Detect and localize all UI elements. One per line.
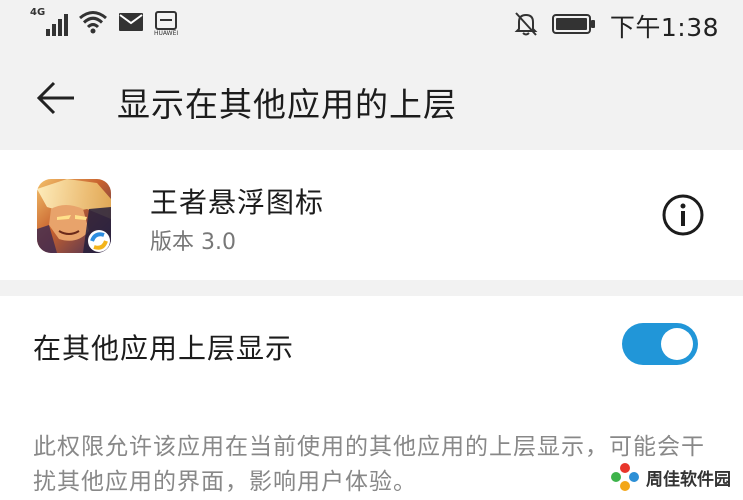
carrier-icon: HUAWEI [154,11,178,37]
battery-icon [551,13,596,39]
app-name: 王者悬浮图标 [150,186,325,219]
signal-icon: 4G [30,7,68,38]
toggle-knob [661,328,693,360]
status-time: 下午1:38 [609,13,719,42]
mail-icon [118,12,144,36]
header: 显示在其他应用的上层 [0,52,743,148]
display-over-apps-toggle[interactable] [622,323,698,365]
status-bar-left: 4G HUAWEI [30,7,178,38]
app-info-card: 王者悬浮图标 版本 3.0 [0,150,743,280]
info-icon [662,194,704,236]
bell-off-icon [514,11,538,41]
app-info-button[interactable] [660,192,706,238]
wifi-icon [78,10,108,38]
app-icon [37,179,111,253]
status-bar: 4G HUAWEI 下午1:38 [0,0,743,52]
watermark: 周佳软件园 [610,462,731,492]
carrier-label: HUAWEI [154,30,179,37]
watermark-text: 周佳软件园 [646,469,731,490]
status-bar-right: 下午1:38 [514,8,719,44]
app-version: 版本 3.0 [150,230,236,255]
network-type: 4G [30,7,46,18]
arrow-left-icon [36,81,74,115]
page-title: 显示在其他应用的上层 [117,85,457,124]
watermark-logo-icon [611,463,639,491]
back-button[interactable] [30,72,82,124]
setting-label: 在其他应用上层显示 [33,332,295,365]
screen: 4G HUAWEI 下午1:38 显示在其他应用的上层 王者悬浮图标 版本 3.… [0,0,743,500]
